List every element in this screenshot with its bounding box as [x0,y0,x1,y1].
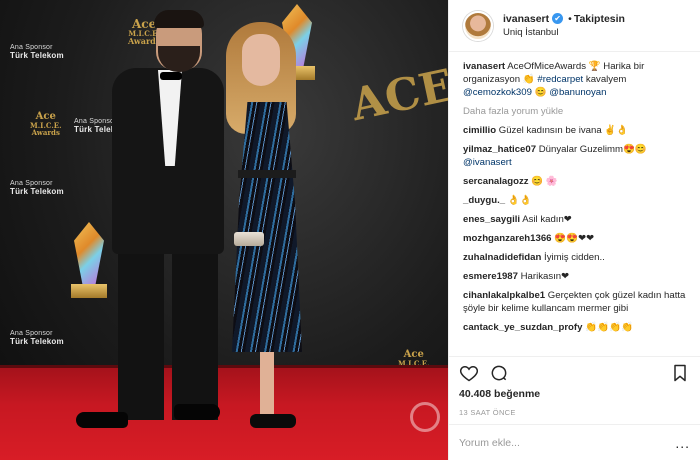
comment-text: Harikasın❤ [520,271,570,282]
add-comment-bar: ... [449,424,700,460]
sponsor-logo: Ana Sponsor Türk Telekom [10,44,64,60]
instagram-post: Ana Sponsor Türk Telekom Ana Sponsor Türk … [0,0,700,460]
header-username[interactable]: ivanasert [503,12,549,26]
avatar[interactable] [463,10,493,41]
comment-username[interactable]: cantack_ye_suzdan_profy [463,322,582,333]
post-photo[interactable]: Ana Sponsor Türk Telekom Ana Sponsor Türk … [0,0,448,460]
post-actions [449,356,700,388]
comment-text: 👌👌 [507,195,532,206]
caption-text: kavalyem [585,74,627,85]
likes-count[interactable]: 40.408 beğenme [449,388,700,404]
sponsor-logo: Ana Sponsor Türk Telekom [10,330,64,346]
comment-input[interactable] [459,436,659,449]
sponsor-logo: Ana Sponsor Türk Telekom [10,180,64,196]
post-caption: ivanasert AceOfMiceAwards 🏆 Harika bir o… [463,60,690,99]
bookmark-icon [674,364,686,381]
comment-icon [491,365,507,380]
comment-username[interactable]: mozhganzareh1366 [463,233,552,244]
comment-username[interactable]: enes_saygili [463,214,520,225]
comment-item: cimillio Güzel kadınsın be ivana ✌👌 [463,124,690,137]
more-options-icon[interactable]: ... [675,435,690,451]
comment-item: enes_saygili Asil kadın❤ [463,213,690,226]
woman-figure [212,22,322,442]
comment-text: 👏👏👏👏 [585,322,633,333]
comment-text: Dünyalar Guzelimm😍😊 [538,144,647,155]
hashtag-link[interactable]: #redcarpet [537,74,583,85]
comment-username[interactable]: yilmaz_hatice07 [463,144,536,155]
man-figure [76,10,230,452]
post-header: ivanasert ✔ • Takiptesin Uniq İstanbul [449,0,700,52]
location-link[interactable]: Uniq İstanbul [503,26,625,40]
comment-text: Asil kadın❤ [522,214,572,225]
comment-text: 😊 🌸 [531,176,558,187]
comment-item: cihanlakalpkalbe1 Gerçekten çok güzel ka… [463,289,690,315]
comment-item: _duygu._ 👌👌 [463,194,690,207]
save-button[interactable] [670,363,690,383]
mention-link[interactable]: @cemozkok309 [463,87,532,98]
caption-emoji: 😊 [534,87,547,98]
comment-item: esmere1987 Harikasın❤ [463,270,690,283]
caption-username[interactable]: ivanasert [463,61,505,72]
comment-item: zuhalnadidefidan İyimiş cidden.. [463,251,690,264]
mention-link[interactable]: @banunoyan [549,87,606,98]
award-logo: AceM.I.C.E.Awards [30,111,62,137]
comment-username[interactable]: cihanlakalpkalbe1 [463,290,545,301]
comment-username[interactable]: zuhalnadidefidan [463,252,541,263]
comments-list[interactable]: ivanasert AceOfMiceAwards 🏆 Harika bir o… [449,52,700,356]
watermark-logo [410,402,440,432]
comment-username[interactable]: _duygu._ [463,195,505,206]
verified-badge-icon: ✔ [552,13,564,24]
comment-username[interactable]: sercanalagozz [463,176,529,187]
like-button[interactable] [459,363,479,383]
comment-item: yilmaz_hatice07 Dünyalar Guzelimm😍😊 @ivan… [463,143,690,169]
heart-icon [459,365,479,381]
comment-button[interactable] [489,363,509,383]
post-side-panel: ivanasert ✔ • Takiptesin Uniq İstanbul i… [448,0,700,460]
comment-item: mozhganzareh1366 😍😍❤❤ [463,232,690,245]
comment-item: cantack_ye_suzdan_profy 👏👏👏👏 [463,321,690,334]
load-more-comments[interactable]: Daha fazla yorum yükle [463,105,690,118]
following-button[interactable]: Takiptesin [574,12,625,26]
mention-link[interactable]: @ivanasert [463,156,690,169]
comment-text: 😍😍❤❤ [554,233,595,244]
comment-text: İyimiş cidden.. [544,252,605,263]
comment-text: Güzel kadınsın be ivana ✌👌 [498,125,629,136]
comment-username[interactable]: cimillio [463,125,496,136]
separator-dot: • [568,12,572,25]
comment-username[interactable]: esmere1987 [463,271,518,282]
post-timestamp: 13 SAAT ÖNCE [459,408,516,417]
comment-item: sercanalagozz 😊 🌸 [463,175,690,188]
